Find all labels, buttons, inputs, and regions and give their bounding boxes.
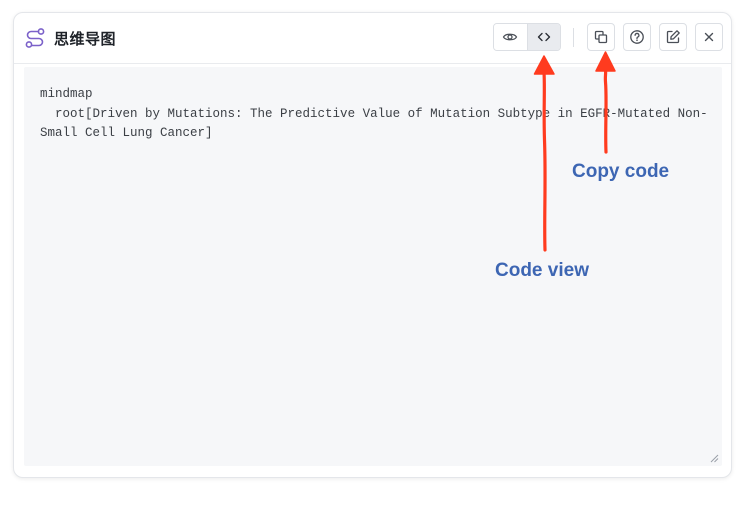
copy-code-annotation: Copy code [572,161,670,182]
panel-title: 思维导图 [54,29,117,48]
view-toggle [493,23,561,51]
code-view-annotation: Code view [495,260,589,281]
edit-button[interactable] [659,23,687,51]
flow-path-icon [25,28,45,48]
panel-title-group: 思维导图 [24,26,116,50]
copy-code-button[interactable] [587,23,615,51]
close-button[interactable] [695,23,723,51]
code-view-button[interactable] [526,24,560,50]
close-icon [704,32,714,42]
mindmap-panel: 思维导图 mindmap root[Driven by Mutations: T… [13,12,732,478]
code-editor[interactable]: mindmap root[Driven by Mutations: The Pr… [24,67,722,466]
help-circle-icon [630,30,644,44]
help-button[interactable] [623,23,651,51]
code-text[interactable]: mindmap root[Driven by Mutations: The Pr… [40,85,710,144]
resize-grip-icon[interactable] [710,454,719,463]
preview-button[interactable] [494,24,527,50]
toolbar-divider [573,28,574,47]
eye-icon [503,33,518,41]
copy-icon [594,30,608,44]
code-icon [537,32,550,42]
edit-icon [666,30,680,44]
panel-header: 思维导图 [14,13,731,64]
